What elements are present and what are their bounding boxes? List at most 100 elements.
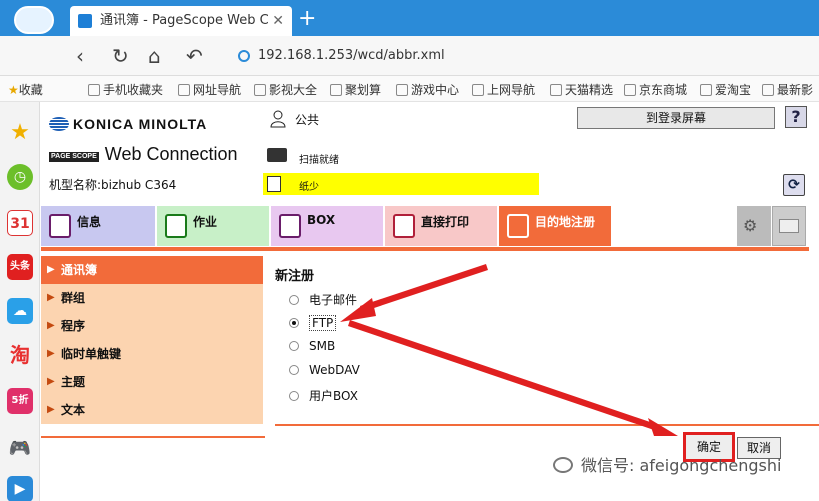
arrow-right-icon: ▶: [47, 320, 55, 331]
page-icon: [78, 14, 92, 28]
pagescope-mark: PAGE SCOPE: [49, 152, 99, 162]
reload-icon[interactable]: ↻: [112, 44, 129, 68]
radio-smb[interactable]: SMB: [289, 339, 335, 353]
avatar[interactable]: [14, 6, 54, 34]
web-connection-page: KONICA MINOLTA PAGE SCOPE Web Connection …: [41, 102, 819, 501]
radio-email[interactable]: 电子邮件: [289, 291, 357, 308]
back-icon[interactable]: ‹: [76, 44, 84, 68]
gear-icon: ⚙: [743, 216, 758, 235]
undo-icon[interactable]: ↶: [186, 44, 203, 68]
panel-divider: [275, 424, 819, 426]
info-icon: [49, 214, 71, 238]
scanner-icon: [267, 148, 287, 162]
bookmark-item[interactable]: 影视大全: [254, 81, 317, 98]
main-tabs: 信息 作业 BOX 直接打印 目的地注册 ⚙: [41, 206, 809, 248]
tab-title: 通讯簿 - PageScope Web C: [100, 13, 269, 28]
browser-sidebar: ★ ◷ 31 头条 ☁ 淘 5折 🎮 ▶: [0, 102, 40, 501]
konica-logo-icon: [49, 117, 69, 131]
folder-icon: [88, 84, 100, 96]
menu-item-program[interactable]: ▶ 程序: [41, 312, 263, 340]
new-tab-button[interactable]: +: [298, 6, 316, 31]
paper-status: 纸少: [299, 182, 319, 193]
bookmark-item[interactable]: 网址导航: [178, 81, 241, 98]
close-icon[interactable]: ✕: [272, 6, 284, 36]
page-title: 新注册: [275, 269, 315, 284]
wechat-icon: [553, 457, 573, 473]
radio-ftp[interactable]: FTP: [289, 315, 337, 331]
tab-direct-print[interactable]: 直接打印: [385, 206, 497, 246]
bookmark-item[interactable]: 上网导航: [472, 81, 535, 98]
page-icon: [550, 84, 562, 96]
radio-button[interactable]: [289, 365, 299, 375]
paper-status-bar: 纸少: [263, 173, 539, 195]
job-icon: [165, 214, 187, 238]
bookmark-item[interactable]: 手机收藏夹: [88, 81, 163, 98]
address-bar[interactable]: 192.168.1.253/wcd/abbr.xml: [232, 44, 819, 68]
tab-info[interactable]: 信息: [41, 206, 155, 246]
tab-utility[interactable]: ⚙: [737, 206, 771, 246]
tab-underline: [41, 247, 809, 251]
scan-status: 扫描就绪: [299, 155, 339, 166]
arrow-right-icon: ▶: [47, 264, 55, 275]
calendar-icon[interactable]: 31: [7, 210, 33, 236]
page-icon: [624, 84, 636, 96]
radio-button[interactable]: [289, 341, 299, 351]
tab-box[interactable]: BOX: [271, 206, 383, 246]
menu-item-subject[interactable]: ▶ 主题: [41, 368, 263, 396]
help-button[interactable]: ?: [785, 106, 807, 128]
bookmark-item[interactable]: 爱淘宝: [700, 81, 751, 98]
radio-button[interactable]: [289, 318, 299, 328]
browser-tab[interactable]: 通讯簿 - PageScope Web C ✕: [70, 6, 292, 36]
menu-item-text[interactable]: ▶ 文本: [41, 396, 263, 424]
menu-item-address-book[interactable]: ▶ 通讯簿: [41, 256, 263, 284]
film-icon: [254, 84, 266, 96]
star-icon[interactable]: ★: [7, 120, 33, 146]
menu-item-temp-one-touch[interactable]: ▶ 临时单触键: [41, 340, 263, 368]
tab-maintenance[interactable]: [772, 206, 806, 246]
bookmark-item[interactable]: 京东商城: [624, 81, 687, 98]
clock-icon[interactable]: ◷: [7, 164, 33, 190]
panel-icon: [779, 219, 799, 233]
bookmark-item[interactable]: 天猫精选: [550, 81, 613, 98]
bookmarks-bar: ★收藏 手机收藏夹 网址导航 影视大全 聚划算 游戏中心 上网导航 天猫精选 京…: [0, 76, 819, 102]
arrow-right-icon: ▶: [47, 348, 55, 359]
browser-navbar: ‹ ↻ ⌂ ↶ 192.168.1.253/wcd/abbr.xml: [0, 36, 819, 76]
radio-user-box[interactable]: 用户BOX: [289, 387, 358, 404]
login-screen-button[interactable]: 到登录屏幕: [577, 107, 775, 129]
tab-destination-register[interactable]: 目的地注册: [499, 206, 611, 246]
browser-tab-bar: 通讯簿 - PageScope Web C ✕ +: [0, 0, 819, 36]
brand-logo: KONICA MINOLTA: [49, 116, 207, 132]
tab-job[interactable]: 作业: [157, 206, 269, 246]
page-icon: [472, 84, 484, 96]
page-icon: [700, 84, 712, 96]
wechat-watermark: 微信号: afeigongchengshi: [553, 452, 781, 476]
box-icon: [279, 214, 301, 238]
star-icon: ★: [8, 83, 19, 97]
radio-webdav[interactable]: WebDAV: [289, 363, 360, 377]
bookmark-item[interactable]: 聚划算: [330, 81, 381, 98]
model-name: 机型名称:bizhub C364: [49, 178, 177, 192]
left-menu: ▶ 通讯簿 ▶ 群组 ▶ 程序 ▶ 临时单触键 ▶ 主题 ▶ 文本: [41, 256, 263, 424]
cat-icon: [762, 84, 774, 96]
bookmark-item[interactable]: 最新影: [762, 81, 813, 98]
refresh-button[interactable]: ⟳: [783, 174, 805, 196]
arrow-right-icon: ▶: [47, 292, 55, 303]
print-icon: [393, 214, 415, 238]
menu-item-group[interactable]: ▶ 群组: [41, 284, 263, 312]
bookmark-item[interactable]: ★收藏: [8, 81, 43, 98]
gamepad-icon[interactable]: 🎮: [7, 436, 33, 462]
grid-icon: [330, 84, 342, 96]
product-logo: PAGE SCOPE Web Connection: [49, 144, 238, 164]
taobao-icon[interactable]: 淘: [7, 342, 33, 368]
gamepad-icon: [396, 84, 408, 96]
radio-button[interactable]: [289, 391, 299, 401]
home-icon[interactable]: ⌂: [148, 44, 161, 68]
news-icon[interactable]: 头条: [7, 254, 33, 280]
bookmark-item[interactable]: 游戏中心: [396, 81, 459, 98]
arrow-right-icon: ▶: [47, 404, 55, 415]
sale-icon[interactable]: 5折: [7, 388, 33, 414]
video-icon[interactable]: ▶: [7, 476, 33, 501]
address-text: 192.168.1.253/wcd/abbr.xml: [258, 48, 445, 63]
weather-icon[interactable]: ☁: [7, 298, 33, 324]
radio-button[interactable]: [289, 295, 299, 305]
